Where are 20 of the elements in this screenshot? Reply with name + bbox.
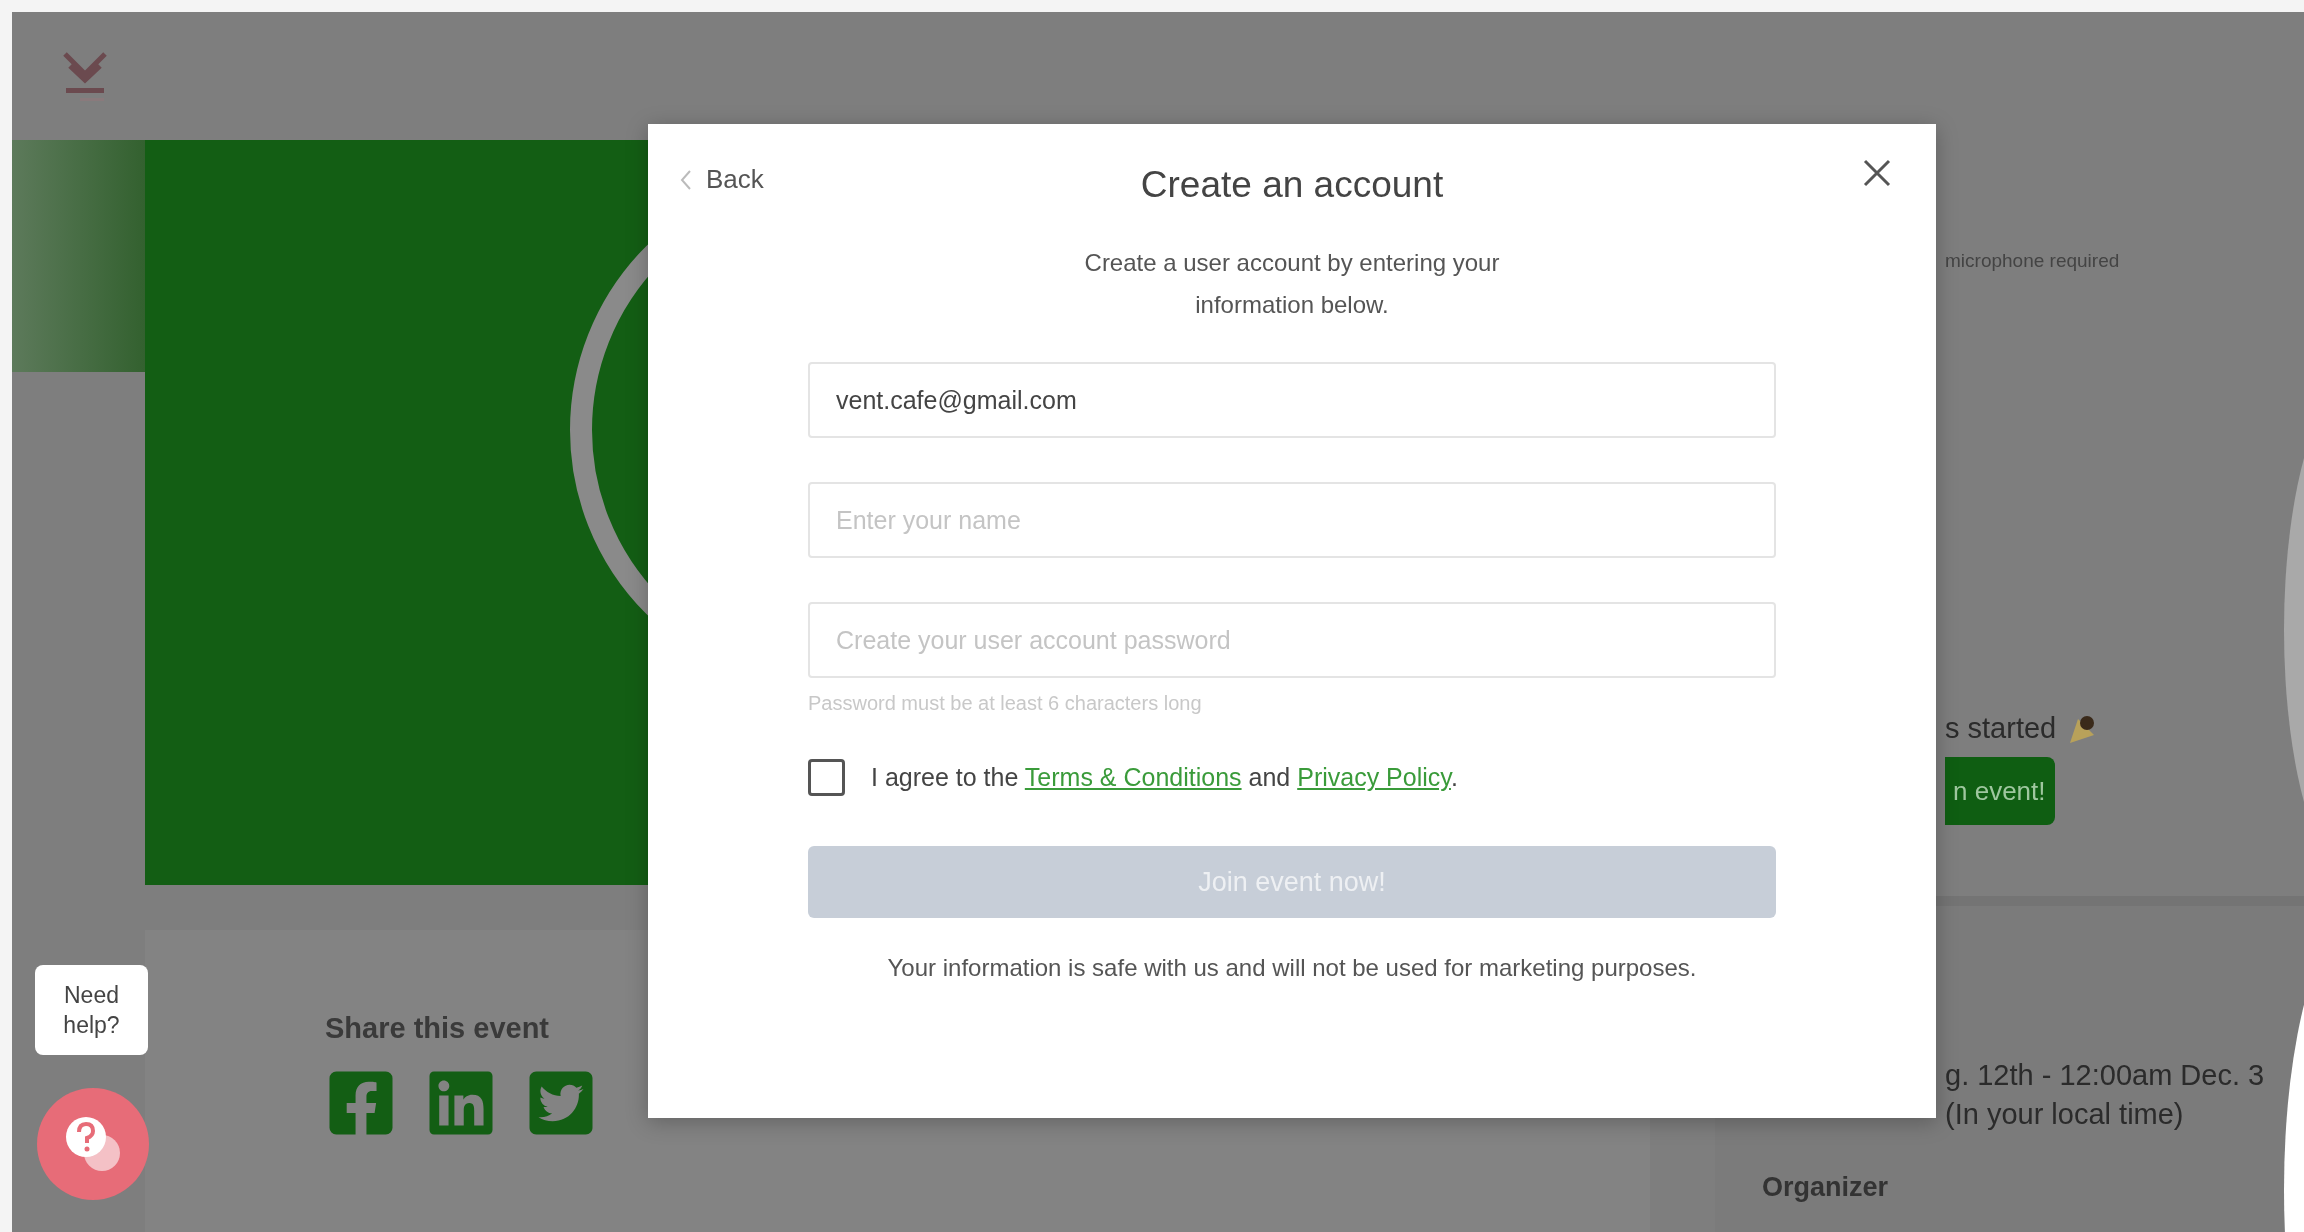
input-field[interactable]: Create your user account password — [808, 602, 1776, 678]
share-title: Share this event — [325, 1012, 551, 1045]
agree-text: I agree to the Terms & Conditions and Privacy Policy. — [871, 763, 1458, 792]
terms-link[interactable]: Terms & Conditions — [1024, 763, 1242, 791]
back-link[interactable]: Back — [680, 164, 764, 195]
chevron-left-icon — [680, 168, 692, 191]
organizer-label: Organizer — [1762, 1172, 1890, 1203]
help-tooltip: Need help? — [35, 965, 148, 1055]
privacy-link[interactable]: Privacy Policy — [1297, 763, 1451, 791]
requirement-text: microphone required — [1945, 250, 2121, 272]
join-event-button[interactable]: n event! — [1945, 757, 2055, 825]
privacy-note: Your information is safe with us and will not be used for marketing purposes. — [886, 954, 1698, 982]
dialog-title: Create an account — [1140, 164, 1444, 206]
agree-checkbox[interactable] — [808, 759, 845, 796]
date-text: g. 12th - 12:00am Dec. 3 — [1945, 1058, 2266, 1093]
input-field[interactable]: vent.cafe@gmail.com — [808, 362, 1776, 438]
status-text: s started — [1945, 712, 2057, 745]
timezone-text: (In your local time) — [1945, 1097, 2185, 1132]
dialog-subtitle: Create a user account by entering your information below. — [1083, 248, 1501, 320]
input-field[interactable]: Enter your name — [808, 482, 1776, 558]
